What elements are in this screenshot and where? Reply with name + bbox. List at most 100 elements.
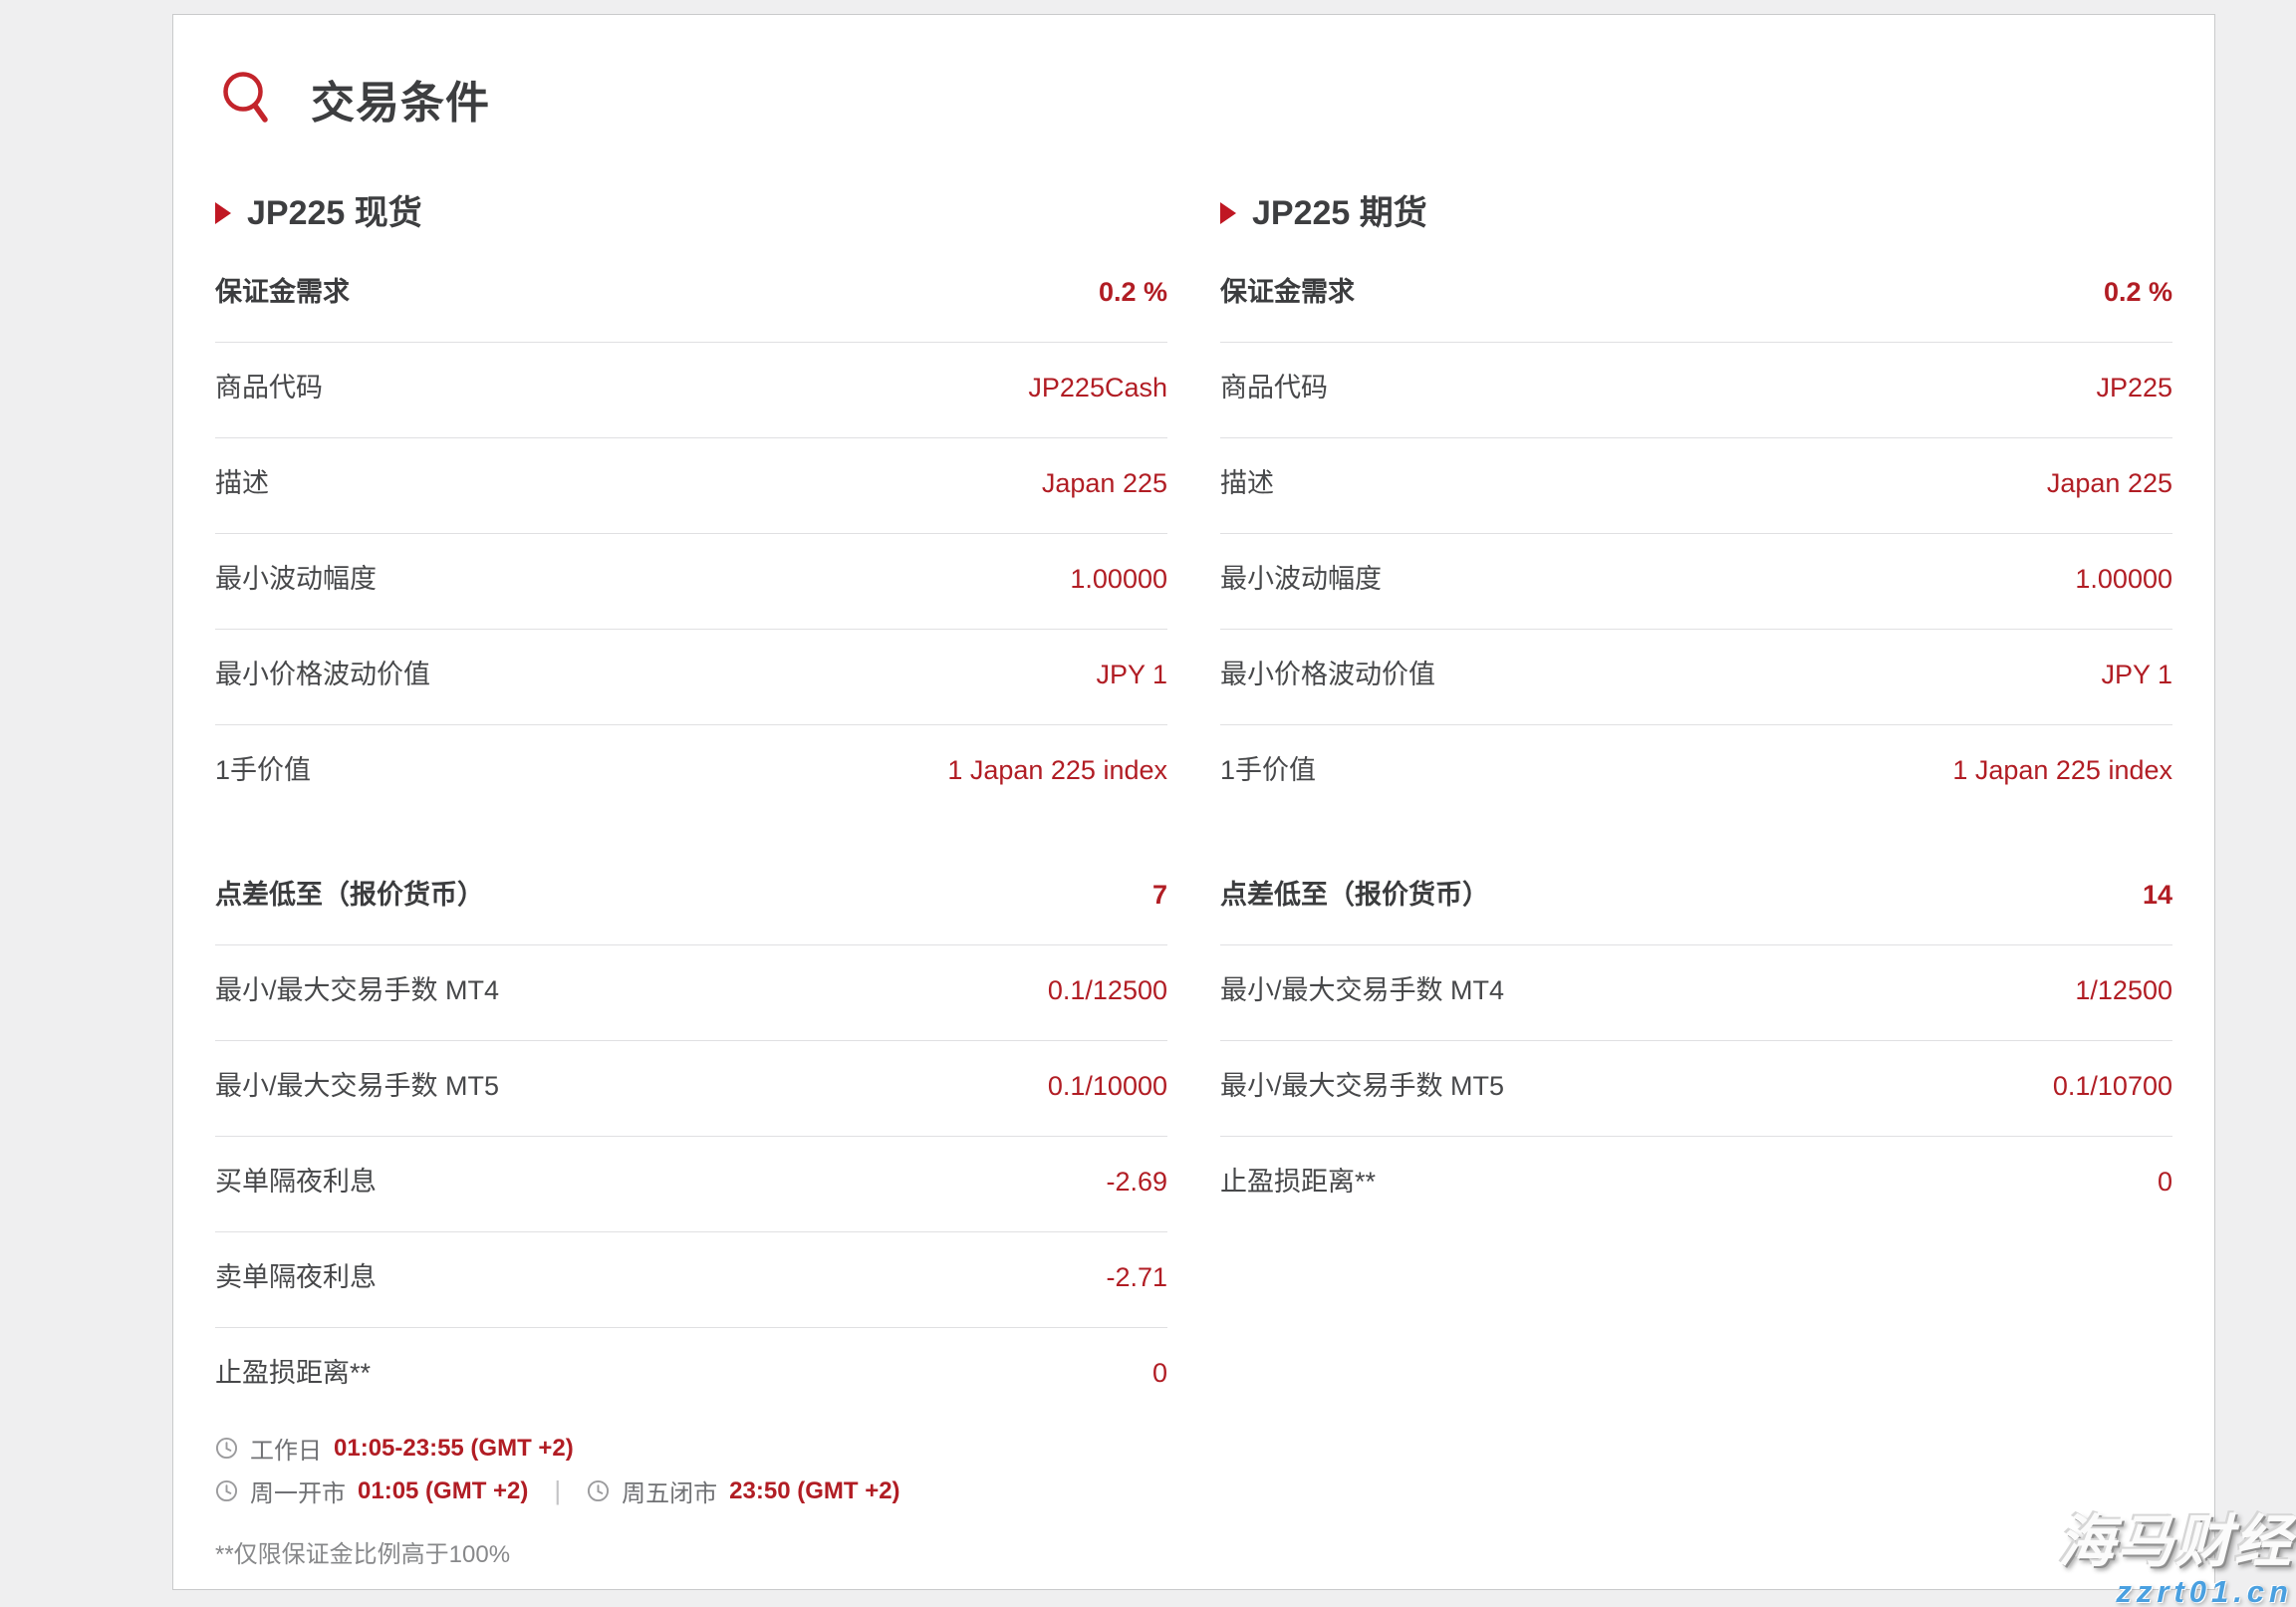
row-value: 0.1/12500 xyxy=(1047,975,1167,1005)
triangle-right-icon xyxy=(215,202,231,224)
table-row: 最小/最大交易手数 MT4 1/12500 xyxy=(1220,945,2172,1041)
column-header-label: JP225 现货 xyxy=(247,194,422,232)
row-label: 保证金需求 xyxy=(1220,277,1355,307)
table-row: 1手价值 1 Japan 225 index xyxy=(215,725,1167,820)
row-value: 1 Japan 225 index xyxy=(947,755,1167,785)
table-row: 1手价值 1 Japan 225 index xyxy=(1220,725,2172,820)
page-title: 交易条件 xyxy=(311,79,490,128)
site-watermark: 海马财经 zzrt01.cn xyxy=(2058,1510,2293,1607)
row-label: 1手价值 xyxy=(215,755,312,785)
row-value: JP225Cash xyxy=(1028,373,1167,402)
schedule-label: 周一开市 xyxy=(250,1480,346,1507)
table-row: 止盈损距离** 0 xyxy=(1220,1137,2172,1231)
table-row: 卖单隔夜利息 -2.71 xyxy=(215,1232,1167,1328)
column-header-label: JP225 期货 xyxy=(1252,194,1427,232)
clock-icon xyxy=(215,1479,238,1502)
table-row: 商品代码 JP225Cash xyxy=(215,343,1167,438)
trading-hours-weekday: 工作日 01:05-23:55 (GMT +2) xyxy=(215,1431,1167,1466)
trading-conditions-card: 交易条件 JP225 现货 保证金需求 0.2 % 商品代码 JP225Cash xyxy=(172,14,2215,1590)
row-label: 最小/最大交易手数 MT4 xyxy=(215,975,500,1005)
margin-footnote: **仅限保证金比例高于100% xyxy=(215,1541,511,1568)
row-label: 最小/最大交易手数 MT5 xyxy=(215,1071,500,1101)
search-icon xyxy=(219,69,277,129)
row-label: 止盈损距离** xyxy=(1220,1167,1377,1197)
row-value: 1 Japan 225 index xyxy=(1952,755,2172,785)
row-label: 最小价格波动价值 xyxy=(215,660,430,689)
row-value: 1/12500 xyxy=(2075,975,2172,1005)
row-value: -2.69 xyxy=(1106,1167,1167,1197)
table-section-general: 保证金需求 0.2 % 商品代码 JP225 描述 Japan 225 最小波动… xyxy=(1220,247,2172,820)
row-value: JP225 xyxy=(2096,373,2172,402)
table-row: 点差低至（报价货币） 14 xyxy=(1220,850,2172,945)
row-value: 7 xyxy=(1151,880,1167,910)
table-row: 最小/最大交易手数 MT4 0.1/12500 xyxy=(215,945,1167,1041)
row-value: 1.00000 xyxy=(2075,564,2172,594)
table-row: 最小价格波动价值 JPY 1 xyxy=(215,630,1167,725)
row-value: 14 xyxy=(2142,880,2172,910)
schedule-label: 工作日 xyxy=(250,1438,322,1465)
schedule-time: 01:05 (GMT +2) xyxy=(358,1476,529,1504)
column-jp225-cash: JP225 现货 保证金需求 0.2 % 商品代码 JP225Cash 描述 J… xyxy=(215,193,1167,1569)
row-value: 0.1/10700 xyxy=(2052,1071,2172,1101)
row-value: 0.1/10000 xyxy=(1047,1071,1167,1101)
row-label: 卖单隔夜利息 xyxy=(215,1262,377,1292)
row-value: Japan 225 xyxy=(2046,468,2172,498)
column-jp225-futures: JP225 期货 保证金需求 0.2 % 商品代码 JP225 描述 Japan… xyxy=(1220,193,2172,1569)
table-row: 描述 Japan 225 xyxy=(1220,438,2172,534)
table-row: 商品代码 JP225 xyxy=(1220,343,2172,438)
table-row: 最小波动幅度 1.00000 xyxy=(215,534,1167,630)
table-row: 最小价格波动价值 JPY 1 xyxy=(1220,630,2172,725)
row-value: -2.71 xyxy=(1106,1262,1167,1292)
triangle-right-icon xyxy=(1220,202,1236,224)
row-label: 描述 xyxy=(1220,468,1274,498)
watermark-domain: zzrt01.cn xyxy=(2116,1574,2293,1607)
page-title-bar: 交易条件 xyxy=(219,68,2172,130)
row-value: JPY 1 xyxy=(1096,660,1167,689)
watermark-brand: 海马财经 xyxy=(2058,1510,2293,1575)
row-value: JPY 1 xyxy=(2101,660,2172,689)
table-row: 最小波动幅度 1.00000 xyxy=(1220,534,2172,630)
trading-hours: 工作日 01:05-23:55 (GMT +2) 周一开市 01:05 (GMT… xyxy=(215,1431,1167,1508)
row-label: 最小/最大交易手数 MT5 xyxy=(1220,1071,1505,1101)
row-label: 止盈损距离** xyxy=(215,1358,372,1388)
column-header-futures: JP225 期货 xyxy=(1220,193,2172,233)
table-row: 保证金需求 0.2 % xyxy=(1220,247,2172,343)
row-label: 最小/最大交易手数 MT4 xyxy=(1220,975,1505,1005)
table-section-general: 保证金需求 0.2 % 商品代码 JP225Cash 描述 Japan 225 … xyxy=(215,247,1167,820)
row-label: 点差低至（报价货币） xyxy=(1220,880,1489,910)
row-label: 最小波动幅度 xyxy=(1220,564,1382,594)
table-row: 最小/最大交易手数 MT5 0.1/10700 xyxy=(1220,1041,2172,1137)
table-row: 最小/最大交易手数 MT5 0.1/10000 xyxy=(215,1041,1167,1137)
row-value: 0.2 % xyxy=(1098,277,1167,307)
schedule-time: 23:50 (GMT +2) xyxy=(729,1476,900,1504)
row-label: 1手价值 xyxy=(1220,755,1317,785)
row-value: 0 xyxy=(2157,1167,2172,1197)
row-label: 买单隔夜利息 xyxy=(215,1167,377,1197)
row-value: 1.00000 xyxy=(1070,564,1167,594)
row-label: 保证金需求 xyxy=(215,277,350,307)
page-background: 交易条件 JP225 现货 保证金需求 0.2 % 商品代码 JP225Cash xyxy=(0,0,2296,1607)
clock-icon xyxy=(215,1437,238,1460)
table-row: 买单隔夜利息 -2.69 xyxy=(215,1137,1167,1232)
column-header-cash: JP225 现货 xyxy=(215,193,1167,233)
clock-icon xyxy=(587,1479,610,1502)
table-section-trading: 点差低至（报价货币） 7 最小/最大交易手数 MT4 0.1/12500 最小/… xyxy=(215,850,1167,1423)
table-row: 点差低至（报价货币） 7 xyxy=(215,850,1167,945)
row-value: 0.2 % xyxy=(2103,277,2172,307)
row-label: 描述 xyxy=(215,468,269,498)
schedule-separator: | xyxy=(554,1475,562,1505)
row-label: 点差低至（报价货币） xyxy=(215,880,484,910)
row-value: 0 xyxy=(1151,1358,1167,1388)
row-value: Japan 225 xyxy=(1041,468,1167,498)
row-label: 最小价格波动价值 xyxy=(1220,660,1435,689)
table-row: 止盈损距离** 0 xyxy=(215,1328,1167,1423)
row-label: 最小波动幅度 xyxy=(215,564,377,594)
schedule-label: 周五闭市 xyxy=(622,1480,718,1507)
row-label: 商品代码 xyxy=(215,373,323,402)
trading-hours-open-close: 周一开市 01:05 (GMT +2) | 周五闭市 23:50 (GMT +2… xyxy=(215,1473,1167,1508)
table-row: 描述 Japan 225 xyxy=(215,438,1167,534)
table-row: 保证金需求 0.2 % xyxy=(215,247,1167,343)
table-section-trading: 点差低至（报价货币） 14 最小/最大交易手数 MT4 1/12500 最小/最… xyxy=(1220,850,2172,1231)
schedule-time: 01:05-23:55 (GMT +2) xyxy=(334,1434,574,1462)
columns-container: JP225 现货 保证金需求 0.2 % 商品代码 JP225Cash 描述 J… xyxy=(215,193,2172,1569)
